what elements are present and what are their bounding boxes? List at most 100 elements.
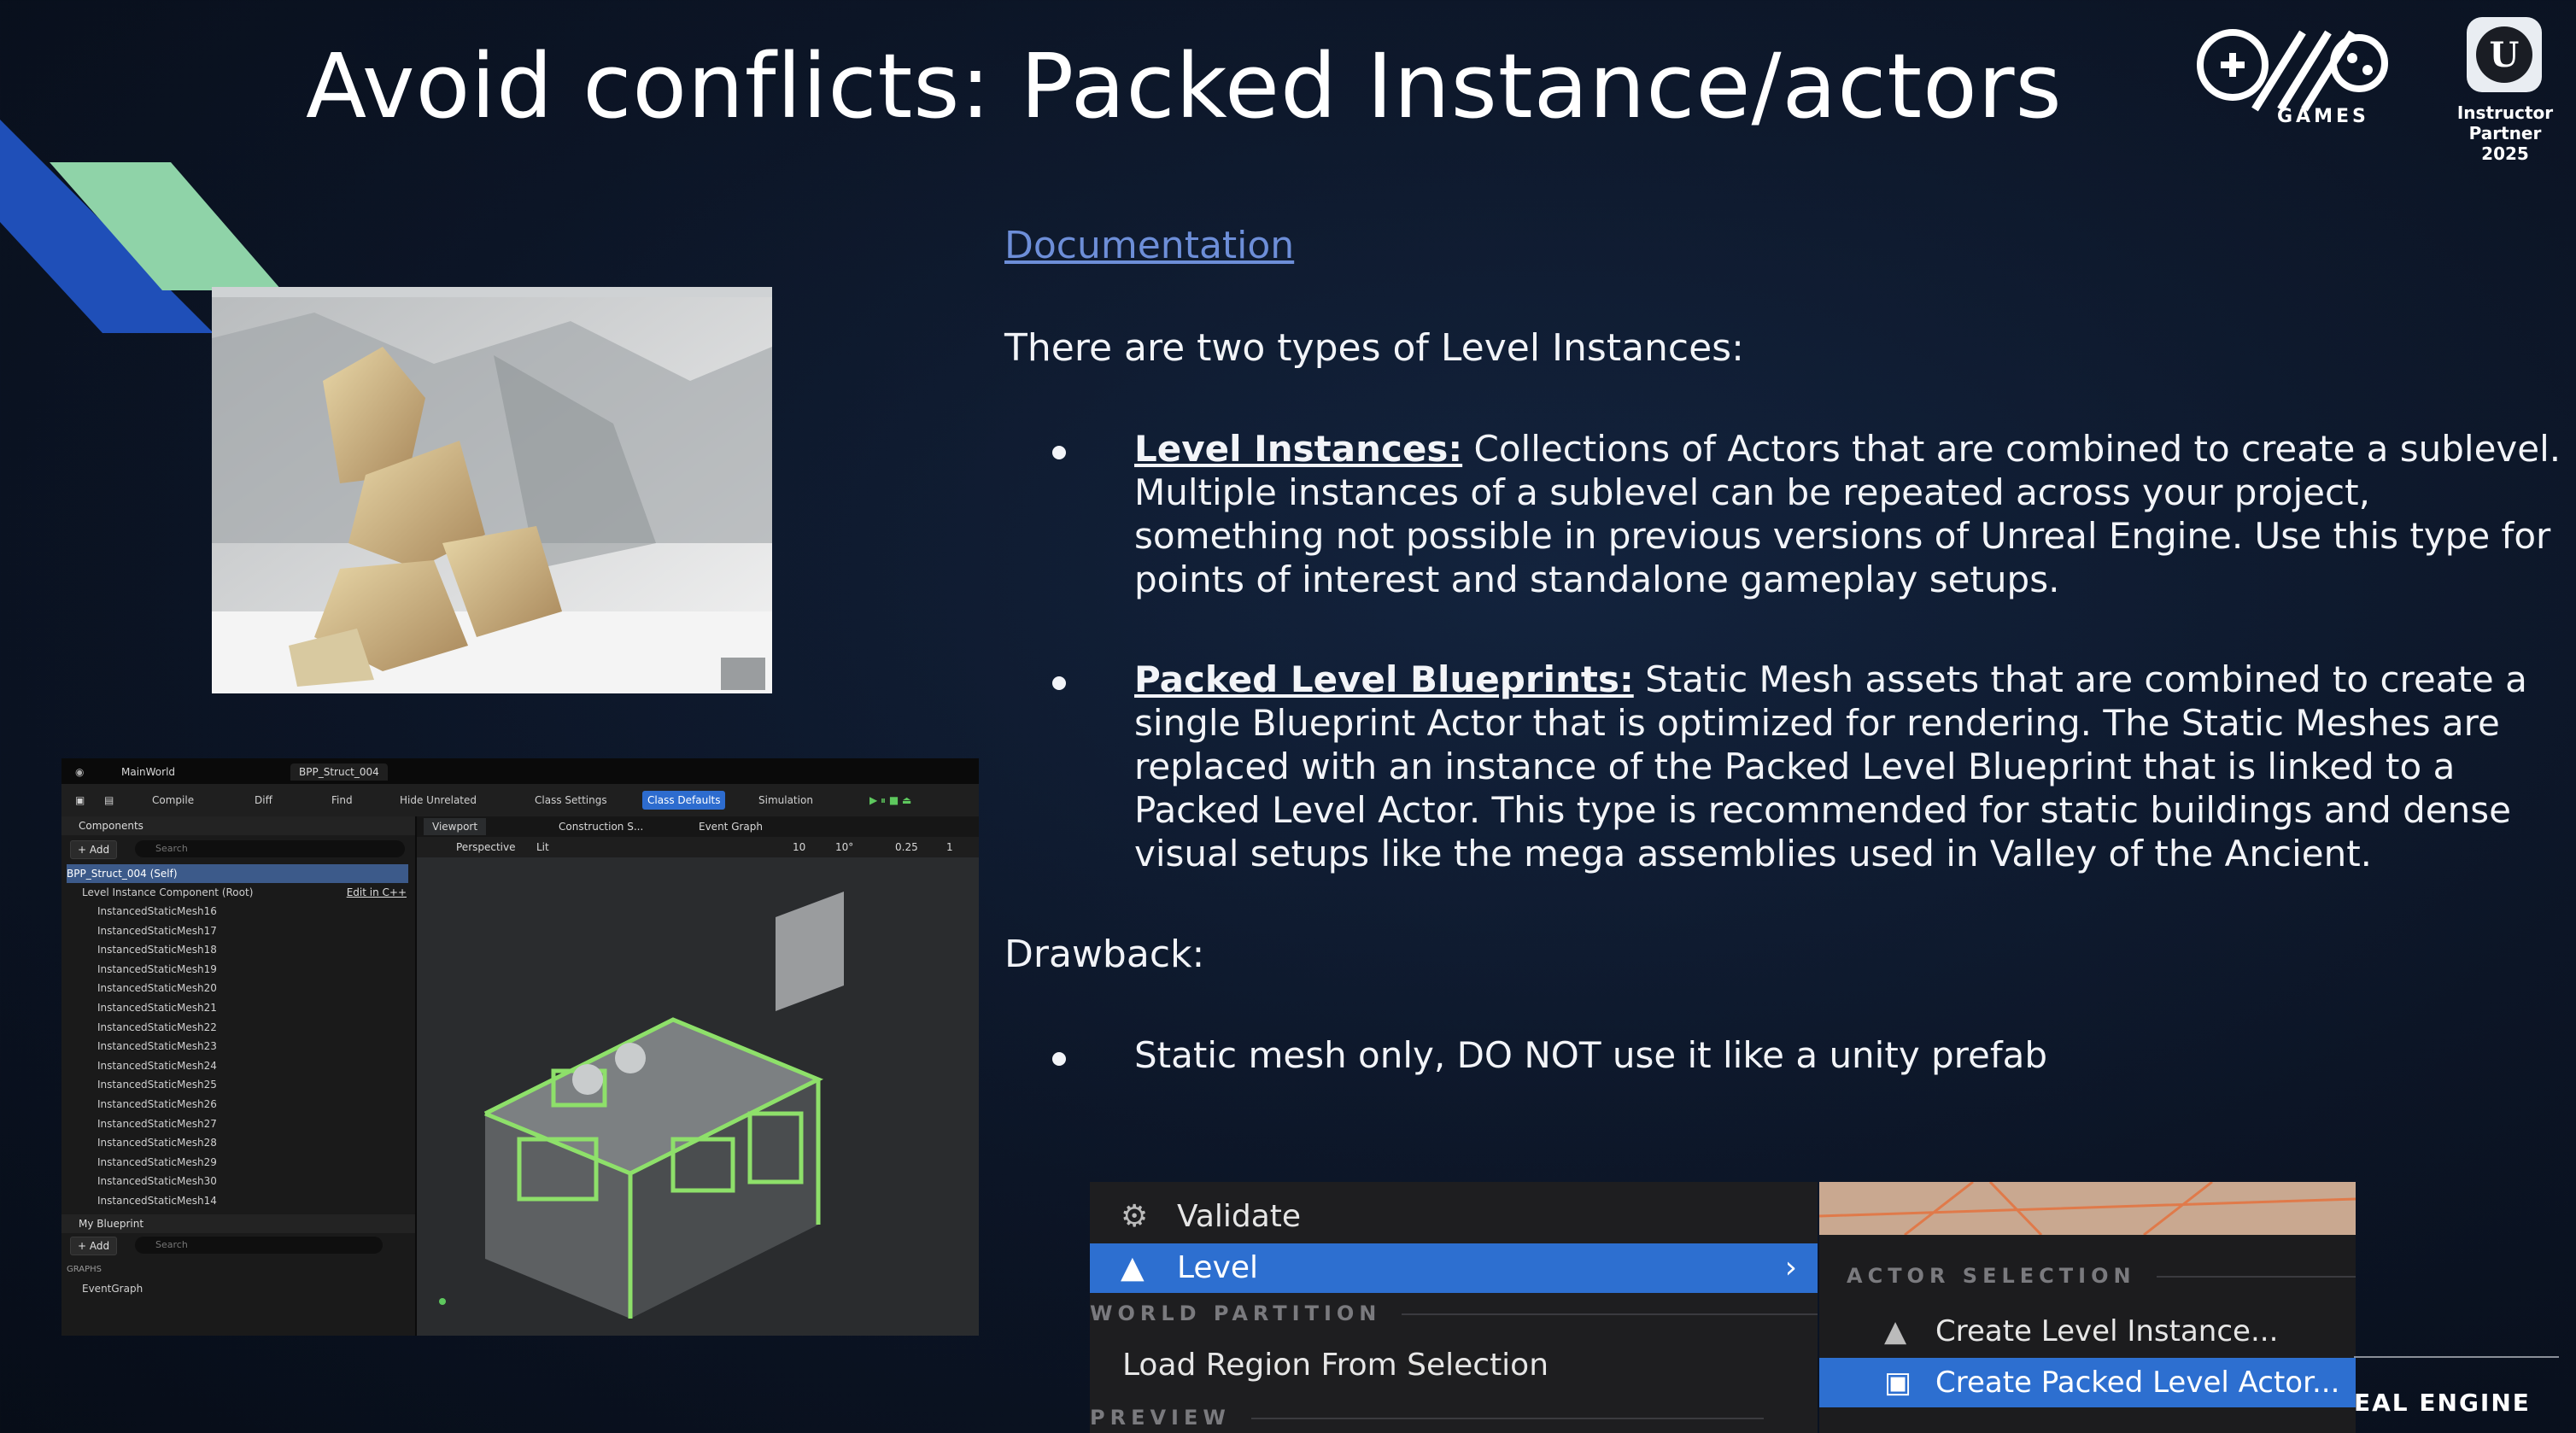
tab-construction-script[interactable]: Construction S...: [550, 818, 652, 835]
slide-title: Avoid conflicts: Packed Instance/actors: [306, 34, 2063, 138]
level-instances-line-2: something not possible in previous versi…: [1134, 515, 2551, 557]
mesh-component-item[interactable]: InstancedStaticMesh28: [67, 1133, 439, 1152]
bullet-dot: [1052, 1052, 1066, 1066]
drawback-heading: Drawback:: [1004, 933, 1205, 976]
class-defaults-button[interactable]: Class Defaults: [642, 791, 726, 810]
create-level-instance-label: Create Level Instance...: [1935, 1314, 2279, 1348]
mesh-component-item[interactable]: InstancedStaticMesh22: [67, 1018, 439, 1037]
level-instance-icon: ▲: [1884, 1314, 1907, 1348]
mesh-component-item[interactable]: InstancedStaticMesh14: [67, 1191, 439, 1210]
footer-divider: [2354, 1356, 2559, 1358]
validate-icon: ⚙: [1121, 1199, 1149, 1234]
level-instance-root-label: Level Instance Component (Root): [82, 886, 254, 898]
play-icon[interactable]: ▶ ⏸ ■ ⏏: [864, 791, 916, 810]
viewport-toolbar: Perspective Lit 10 10° 0.25 1: [417, 837, 979, 857]
scene-background-strip: [1819, 1182, 2356, 1237]
packed-line-4: visual setups like the mega assemblies u…: [1134, 833, 2373, 874]
components-search-input[interactable]: [135, 840, 405, 857]
partner-line-2: 2025: [2481, 143, 2529, 164]
mesh-component-item[interactable]: InstancedStaticMesh23: [67, 1037, 439, 1056]
unreal-logo-icon: U: [2476, 26, 2532, 83]
level-icon: ▲: [1121, 1250, 1145, 1285]
tab-viewport[interactable]: Viewport: [424, 818, 487, 835]
components-title: Components: [61, 816, 415, 835]
rock-scene-image: [212, 297, 772, 693]
actor-selection-section: ACTOR SELECTION: [1847, 1264, 2356, 1288]
world-partition-label: WORLD PARTITION: [1090, 1301, 1382, 1325]
level-instances-text: Collections of Actors that are combined …: [1462, 428, 2561, 470]
my-blueprint-title: My Blueprint: [61, 1214, 415, 1233]
mesh-component-item[interactable]: InstancedStaticMesh29: [67, 1153, 439, 1172]
packed-line-2: replaced with an instance of the Packed …: [1134, 746, 2456, 787]
ue-logo-icon: ◉: [75, 766, 85, 778]
viewport-panel[interactable]: Viewport Construction S... Event Graph P…: [417, 816, 979, 1336]
blueprint-search-input[interactable]: [135, 1237, 383, 1254]
compile-button[interactable]: Compile: [147, 791, 199, 810]
level-submenu: ACTOR SELECTION ▲ Create Level Instance.…: [1819, 1182, 2356, 1433]
section-divider: [1402, 1313, 1818, 1315]
grid-snap-value[interactable]: 10: [784, 839, 814, 856]
class-settings-button[interactable]: Class Settings: [530, 791, 612, 810]
tab-bpp-struct[interactable]: BPP_Struct_004: [290, 763, 388, 781]
documentation-link[interactable]: Documentation: [1004, 224, 1294, 267]
ground-grid-icon: [1819, 1182, 2356, 1237]
mesh-component-item[interactable]: InstancedStaticMesh18: [67, 940, 439, 959]
add-blueprint-item-button[interactable]: + Add: [70, 1237, 118, 1255]
simulation-button[interactable]: Simulation: [753, 791, 818, 810]
actor-selection-label: ACTOR SELECTION: [1847, 1264, 2136, 1288]
games-logo: GAMES: [2192, 24, 2390, 127]
mesh-component-item[interactable]: InstancedStaticMesh21: [67, 998, 439, 1017]
bullet-packed-level-blueprints: Packed Level Blueprints: Static Mesh ass…: [1134, 658, 2569, 875]
camera-speed-value[interactable]: 1: [938, 839, 962, 856]
mesh-component-item[interactable]: InstancedStaticMesh16: [67, 902, 439, 921]
mesh-component-item[interactable]: InstancedStaticMesh20: [67, 979, 439, 997]
tab-mainworld[interactable]: MainWorld: [113, 763, 184, 781]
packed-structure-render: [439, 892, 844, 1319]
tab-event-graph[interactable]: Event Graph: [690, 818, 771, 835]
mesh-component-item[interactable]: InstancedStaticMesh30: [67, 1172, 439, 1190]
add-component-button[interactable]: + Add: [70, 840, 118, 859]
rotation-snap-value[interactable]: 10°: [827, 839, 862, 856]
preview-label: PREVIEW: [1090, 1406, 1231, 1430]
tree-root-self[interactable]: BPP_Struct_004 (Self): [67, 864, 408, 883]
mesh-component-item[interactable]: InstancedStaticMesh26: [67, 1095, 439, 1114]
menu-item-create-packed-level-actor[interactable]: ▣ Create Packed Level Actor...: [1819, 1358, 2356, 1407]
edit-in-cpp-link[interactable]: Edit in C++: [347, 883, 407, 902]
games-label: GAMES: [2277, 106, 2369, 127]
mesh-component-item[interactable]: InstancedStaticMesh24: [67, 1056, 439, 1075]
level-instances-line-3: points of interest and standalone gamepl…: [1134, 559, 2060, 600]
mesh-component-item[interactable]: InstancedStaticMesh17: [67, 921, 439, 940]
mesh-component-item[interactable]: InstancedStaticMesh25: [67, 1075, 439, 1094]
intro-text: There are two types of Level Instances:: [1004, 326, 1744, 370]
event-graph-item[interactable]: EventGraph: [67, 1279, 424, 1298]
viewport-tabs: Viewport Construction S... Event Graph: [417, 816, 979, 837]
menu-item-level[interactable]: ▲ Level ›: [1090, 1243, 1818, 1293]
mesh-component-item[interactable]: InstancedStaticMesh19: [67, 960, 439, 979]
level-instances-term: Level Instances:: [1134, 428, 1463, 470]
bullet-dot: [1052, 446, 1066, 459]
menu-item-validate[interactable]: ⚙ Validate: [1090, 1192, 1818, 1242]
components-panel: Components + Add BPP_Struct_004 (Self) L…: [61, 816, 417, 1336]
graphs-section-label: GRAPHS: [67, 1265, 102, 1274]
diff-button[interactable]: Diff: [249, 791, 278, 810]
mesh-component-item[interactable]: InstancedStaticMesh27: [67, 1114, 439, 1133]
packed-line-1: single Blueprint Actor that is optimized…: [1134, 702, 2500, 744]
menu-item-create-level-instance[interactable]: ▲ Create Level Instance...: [1819, 1307, 2356, 1356]
save-icon[interactable]: ▣: [70, 791, 90, 810]
chevron-right-icon: ›: [1784, 1250, 1797, 1285]
tree-level-instance-root[interactable]: Level Instance Component (Root) Edit in …: [67, 883, 424, 902]
unreal-engine-footer: EAL ENGINE: [2354, 1389, 2531, 1417]
blueprint-editor-screenshot: ◉ MainWorld BPP_Struct_004 ▣ ▤ Compile D…: [61, 758, 979, 1336]
create-packed-level-actor-label: Create Packed Level Actor...: [1935, 1366, 2340, 1400]
unreal-engine-badge: U: [2467, 17, 2542, 92]
perspective-button[interactable]: Perspective: [448, 839, 524, 856]
hide-unrelated-button[interactable]: Hide Unrelated: [395, 791, 482, 810]
lit-button[interactable]: Lit: [528, 839, 558, 856]
browse-icon[interactable]: ▤: [99, 791, 119, 810]
bullet-level-instances: Level Instances: Collections of Actors t…: [1134, 427, 2569, 601]
editor-tab-bar: ◉ MainWorld BPP_Struct_004: [61, 758, 979, 784]
scale-snap-value[interactable]: 0.25: [887, 839, 927, 856]
context-menu: ⚙ Validate ▲ Level › WORLD PARTITION Loa…: [1090, 1182, 1818, 1433]
menu-item-load-region[interactable]: Load Region From Selection: [1090, 1341, 1818, 1390]
find-button[interactable]: Find: [326, 791, 358, 810]
